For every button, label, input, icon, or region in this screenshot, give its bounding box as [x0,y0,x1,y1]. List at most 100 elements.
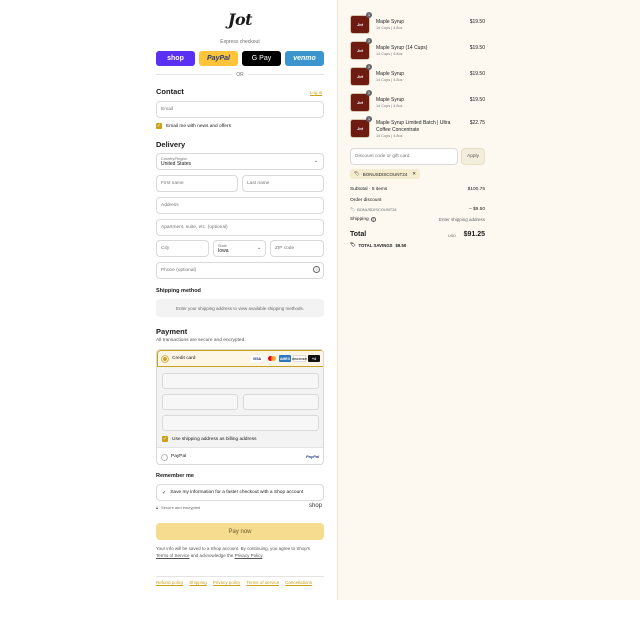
product-thumbnail: Jot [350,67,370,86]
check-icon[interactable]: ✓ [156,123,162,129]
express-checkout-label: Express checkout [220,39,260,45]
more-cards-badge: +4 [308,355,320,362]
total-savings-value: $9.50 [395,242,407,248]
city-field[interactable]: City [156,240,209,257]
security-code-field[interactable] [243,394,319,410]
card-number-field[interactable] [162,373,319,389]
paypal-express-button[interactable]: PayPal [199,51,238,66]
checkout-form-panel: Jot Express checkout shop PayPal G Pay v… [0,0,337,626]
secure-label: Secure and encrypted [161,505,201,510]
item-variant: 14 Cups | 4.8oz [376,134,403,138]
address-field[interactable]: Address [156,197,324,214]
terms-link[interactable]: Terms of Service [156,553,190,558]
save-info-checkbox-row[interactable]: ✓ Save my information for a faster check… [156,484,324,501]
cart-item: Jot 1 Maple Syrup 14 Cups | 4.8oz $19.50 [350,64,486,89]
brand-logo[interactable]: Jot [156,10,324,29]
country-value: United States [161,160,192,167]
credit-card-label: Credit card [172,356,196,361]
product-thumbnail: Jot [350,119,370,138]
legal-end: . [262,553,264,558]
payment-options: Credit card VISA AMEX DISCOVER +4 ✓ Use … [156,349,324,465]
shipping-link[interactable]: Shipping [189,580,207,585]
billing-checkbox-row[interactable]: ✓ Use shipping address as billing addres… [162,436,257,442]
country-select[interactable]: Country/Region United States [156,153,324,170]
shipping-label: Shipping [350,217,369,222]
phone-field[interactable]: Phone (optional) [156,262,324,279]
discount-value: – $9.50 [468,207,485,212]
cancellations-link[interactable]: Cancellations [285,580,312,585]
order-discount-label: Order discount [350,198,382,203]
apartment-field[interactable]: Apartment, suite, etc. (optional) [156,219,324,236]
item-price: $22.75 [469,120,485,126]
quantity-badge: 1 [366,12,372,18]
quantity-badge: 1 [366,38,372,44]
radio-icon[interactable] [161,454,168,461]
delivery-heading: Delivery [156,140,186,149]
amex-icon: AMEX [279,355,291,362]
product-thumbnail: Jot [350,93,370,112]
name-on-card-field[interactable] [162,415,319,431]
shop-pay-button[interactable]: shop [156,51,195,66]
expiration-field[interactable] [162,394,238,410]
subtotal-label: Subtotal · 5 items [350,187,388,192]
item-price: $19.50 [469,45,485,51]
email-field[interactable]: Email [156,101,324,118]
news-label: Email me with news and offers [166,123,231,129]
zip-field[interactable]: ZIP code [270,240,324,257]
refund-policy-link[interactable]: Refund policy [156,580,183,585]
total-savings-label: TOTAL SAVINGS [358,242,393,248]
page-bottom [0,600,640,626]
help-icon[interactable]: ? [313,266,320,273]
pay-now-button[interactable]: Pay now [156,523,324,540]
venmo-button[interactable]: venmo [285,51,324,66]
order-summary-panel: Jot 1 Maple Syrup 14 Cups | 4.8oz $19.50… [337,0,640,600]
item-name: Maple Syrup Limited Batch | Ultra Coffee… [376,120,451,133]
subtotal-value: $100.75 [467,187,485,192]
first-name-field[interactable]: First name [156,175,238,192]
check-icon[interactable]: ✓ [162,436,168,442]
product-thumbnail: Jot [350,41,370,60]
product-thumbnail: Jot [350,15,370,34]
discount-code-label: BONUSDISCOUNT24 [357,207,397,212]
check-icon[interactable]: ✓ [162,490,166,496]
currency-label: USD [448,234,457,238]
google-pay-button[interactable]: G Pay [242,51,281,66]
discount-code-input[interactable]: Discount code or gift card [350,148,458,165]
cart-item: Jot 1 Maple Syrup 14 Cups | 4.8oz $19.50 [350,90,486,115]
cart-item: Jot 1 Maple Syrup Limited Batch | Ultra … [350,116,486,141]
login-link[interactable]: Log in [310,90,322,95]
save-info-label: Save my information for a faster checkou… [170,490,304,495]
close-icon[interactable]: ✕ [412,171,416,177]
radio-selected-icon[interactable] [162,356,168,362]
chevron-down-icon: ⌄ [257,245,262,251]
news-checkbox-row[interactable]: ✓ Email me with news and offers [156,123,231,129]
quantity-badge: 1 [366,116,372,122]
tag-icon: 🏷︎ [354,171,360,176]
last-name-field[interactable]: Last name [242,175,324,192]
help-icon[interactable]: ? [370,217,376,222]
credit-card-option[interactable]: Credit card VISA AMEX DISCOVER +4 [157,350,323,367]
footer-divider [156,576,324,577]
billing-label: Use shipping address as billing address [172,436,257,442]
visa-icon: VISA [251,355,263,362]
paypal-option[interactable]: PayPal PayPal [157,447,323,464]
shipping-placeholder: Enter your shipping address to view avai… [156,299,324,317]
payment-subtitle: All transactions are secure and encrypte… [156,338,246,343]
apply-button[interactable]: Apply [461,148,485,165]
item-variant: 14 Cups | 4.8oz [376,52,403,56]
discount-tag-code: BONUSDISCOUNT24 [362,171,408,177]
discover-icon: DISCOVER [292,355,307,362]
legal-line: Your info will be saved to a Shop accoun… [156,546,311,551]
item-price: $19.50 [469,97,485,103]
terms-of-service-link[interactable]: Terms of service [246,580,279,585]
quantity-badge: 1 [366,64,372,70]
footer-links: Refund policy Shipping Privacy policy Te… [156,580,312,585]
item-name: Maple Syrup [376,97,405,103]
tag-icon: 🏷︎ [350,207,356,212]
privacy-link[interactable]: Privacy Policy [235,553,263,558]
privacy-policy-link[interactable]: Privacy policy [213,580,241,585]
item-name: Maple Syrup (14 Cups) [376,45,428,51]
shipping-row: Shipping ? [350,217,376,222]
or-label: OR [232,71,248,78]
legal-text: Your info will be saved to a Shop accoun… [156,545,324,559]
